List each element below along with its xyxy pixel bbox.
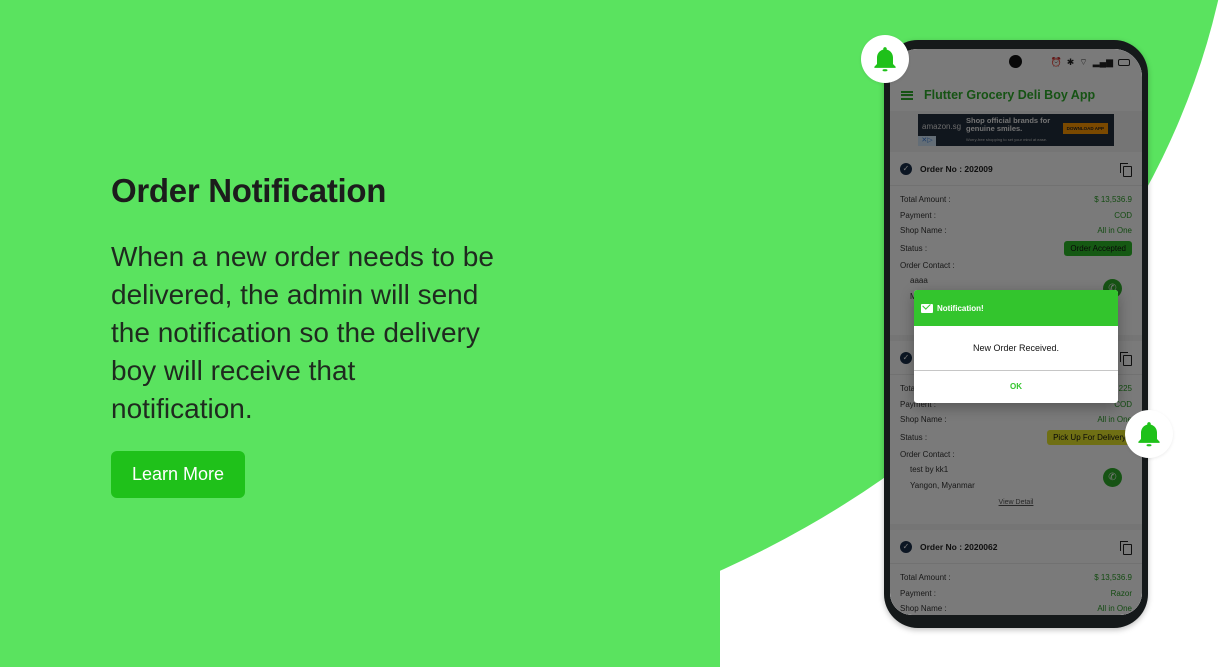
hero-section: Order Notification When a new order need… (111, 170, 511, 428)
bell-icon (874, 47, 896, 72)
hero-description: When a new order needs to be delivered, … (111, 241, 494, 424)
mail-icon (921, 303, 933, 313)
bell-icon (1138, 422, 1160, 447)
phone-mockup: ⏰ ✱ ⌔ ▂▄▆ Flutter Grocery Deli Boy App a… (884, 40, 1148, 628)
bell-badge-top (861, 35, 909, 83)
ok-button[interactable]: OK (914, 371, 1118, 402)
bell-badge-bottom (1125, 410, 1173, 458)
dialog-title: Notification! (937, 303, 984, 313)
dialog-message: New Order Received. (914, 326, 1118, 371)
hero-title: Order Notification (111, 172, 387, 209)
notification-dialog: Notification! New Order Received. OK (914, 290, 1118, 403)
phone-screen: ⏰ ✱ ⌔ ▂▄▆ Flutter Grocery Deli Boy App a… (890, 49, 1142, 615)
dialog-header: Notification! (914, 290, 1118, 326)
learn-more-button[interactable]: Learn More (111, 451, 245, 498)
